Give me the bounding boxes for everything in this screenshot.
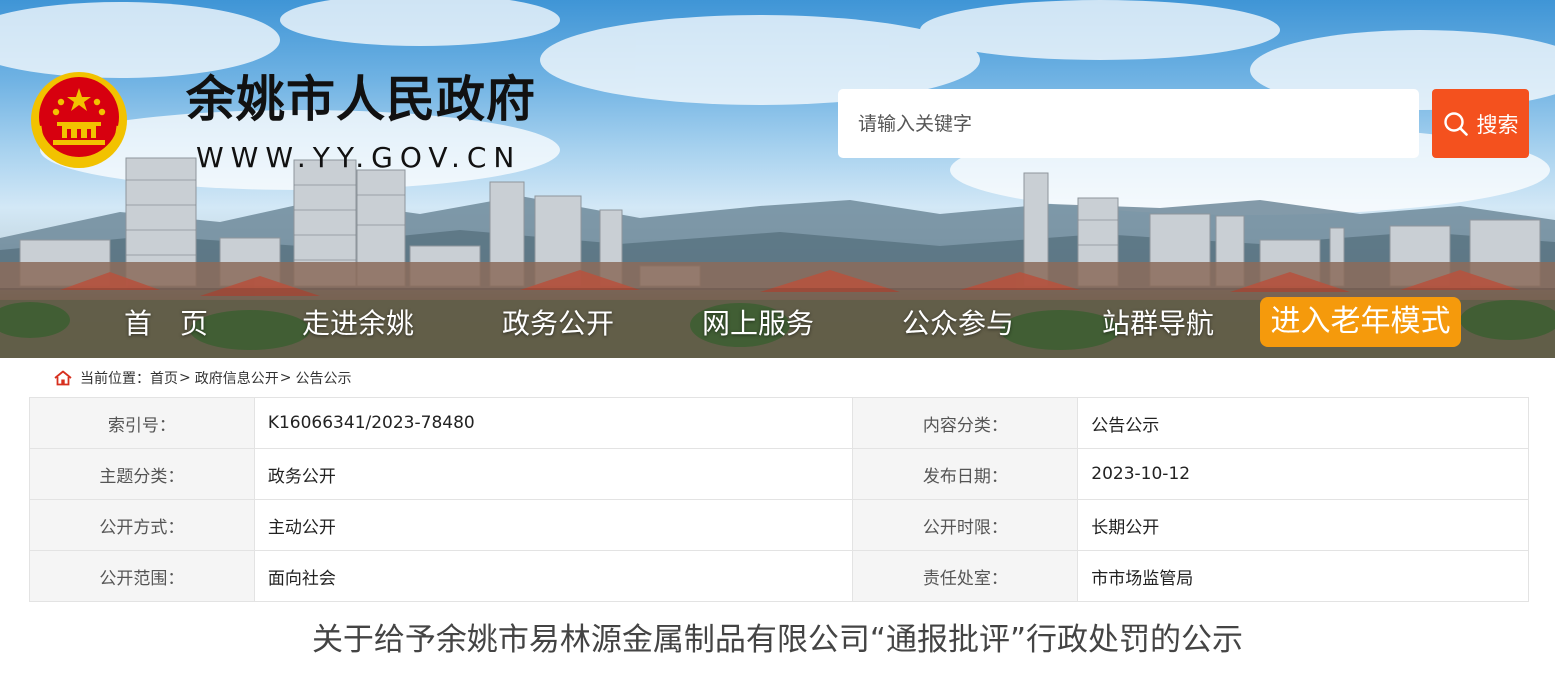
meta-label-index-no: 索引号： xyxy=(29,397,255,449)
site-title: 余姚市人民政府 xyxy=(186,71,537,128)
search-button-label: 搜索 xyxy=(1476,112,1519,137)
meta-row-index: 索引号： K16066341/2023-78480 内容分类： 公告公示 xyxy=(29,397,1529,449)
breadcrumb-link-home[interactable]: 首页 xyxy=(150,368,178,388)
breadcrumb-separator: > xyxy=(179,370,191,386)
search-input[interactable] xyxy=(838,89,1419,158)
breadcrumb-prefix: 当前位置： xyxy=(80,371,150,387)
nav-item-online-services[interactable]: 网上服务 xyxy=(702,302,814,346)
nav-item-government-affairs[interactable]: 政务公开 xyxy=(502,302,614,346)
search-button[interactable]: 搜索 xyxy=(1432,89,1529,158)
nav-item-home[interactable]: 首 页 xyxy=(124,302,208,346)
breadcrumb-link-announcements[interactable]: 公告公示 xyxy=(295,368,351,388)
nav-item-about-yuyao[interactable]: 走进余姚 xyxy=(302,302,414,346)
header-banner: 余姚市人民政府 WWW.YY.GOV.CN 搜索 首 页 走进余姚 政务公开 网… xyxy=(0,0,1555,358)
meta-value-disclosure-method: 主动公开 xyxy=(253,499,854,551)
meta-value-content-category: 公告公示 xyxy=(1077,397,1529,449)
nav-item-public-participation[interactable]: 公众参与 xyxy=(902,302,1014,346)
meta-row-topic: 主题分类： 政务公开 发布日期： 2023-10-12 xyxy=(29,448,1529,500)
meta-value-disclosure-scope: 面向社会 xyxy=(253,550,854,602)
meta-value-disclosure-period: 长期公开 xyxy=(1077,499,1529,551)
national-emblem-icon xyxy=(31,72,127,168)
breadcrumb: 当前位置： 首页 > 政府信息公开 > 公告公示 xyxy=(54,367,351,389)
meta-label-content-category: 内容分类： xyxy=(852,397,1079,449)
home-icon xyxy=(54,370,72,386)
breadcrumb-link-gov-info[interactable]: 政府信息公开 xyxy=(195,368,279,388)
meta-label-disclosure-scope: 公开范围： xyxy=(29,550,255,602)
document-meta-table: 索引号： K16066341/2023-78480 内容分类： 公告公示 主题分… xyxy=(29,397,1529,602)
meta-value-publish-date: 2023-10-12 xyxy=(1077,448,1529,500)
meta-row-disclosure: 公开方式： 主动公开 公开时限： 长期公开 xyxy=(29,499,1529,551)
meta-value-responsible-office: 市市场监管局 xyxy=(1077,550,1529,602)
meta-label-publish-date: 发布日期： xyxy=(852,448,1079,500)
nav-item-site-navigation[interactable]: 站群导航 xyxy=(1102,302,1214,346)
meta-label-topic-category: 主题分类： xyxy=(29,448,255,500)
meta-value-topic-category: 政务公开 xyxy=(253,448,854,500)
meta-row-scope: 公开范围： 面向社会 责任处室： 市市场监管局 xyxy=(29,550,1529,602)
elder-mode-button[interactable]: 进入老年模式 xyxy=(1260,297,1461,347)
meta-value-index-no: K16066341/2023-78480 xyxy=(253,397,854,449)
breadcrumb-separator: > xyxy=(279,370,292,386)
meta-label-disclosure-method: 公开方式： xyxy=(29,499,255,551)
main-nav: 首 页 走进余姚 政务公开 网上服务 公众参与 站群导航 进入老年模式 xyxy=(0,288,1555,358)
site-url: WWW.YY.GOV.CN xyxy=(196,141,522,174)
search-icon xyxy=(1443,111,1468,136)
meta-label-responsible-office: 责任处室： xyxy=(852,550,1079,602)
meta-label-disclosure-period: 公开时限： xyxy=(852,499,1079,551)
article-title: 关于给予余姚市易林源金属制品有限公司“通报批评”行政处罚的公示 xyxy=(311,622,1244,658)
